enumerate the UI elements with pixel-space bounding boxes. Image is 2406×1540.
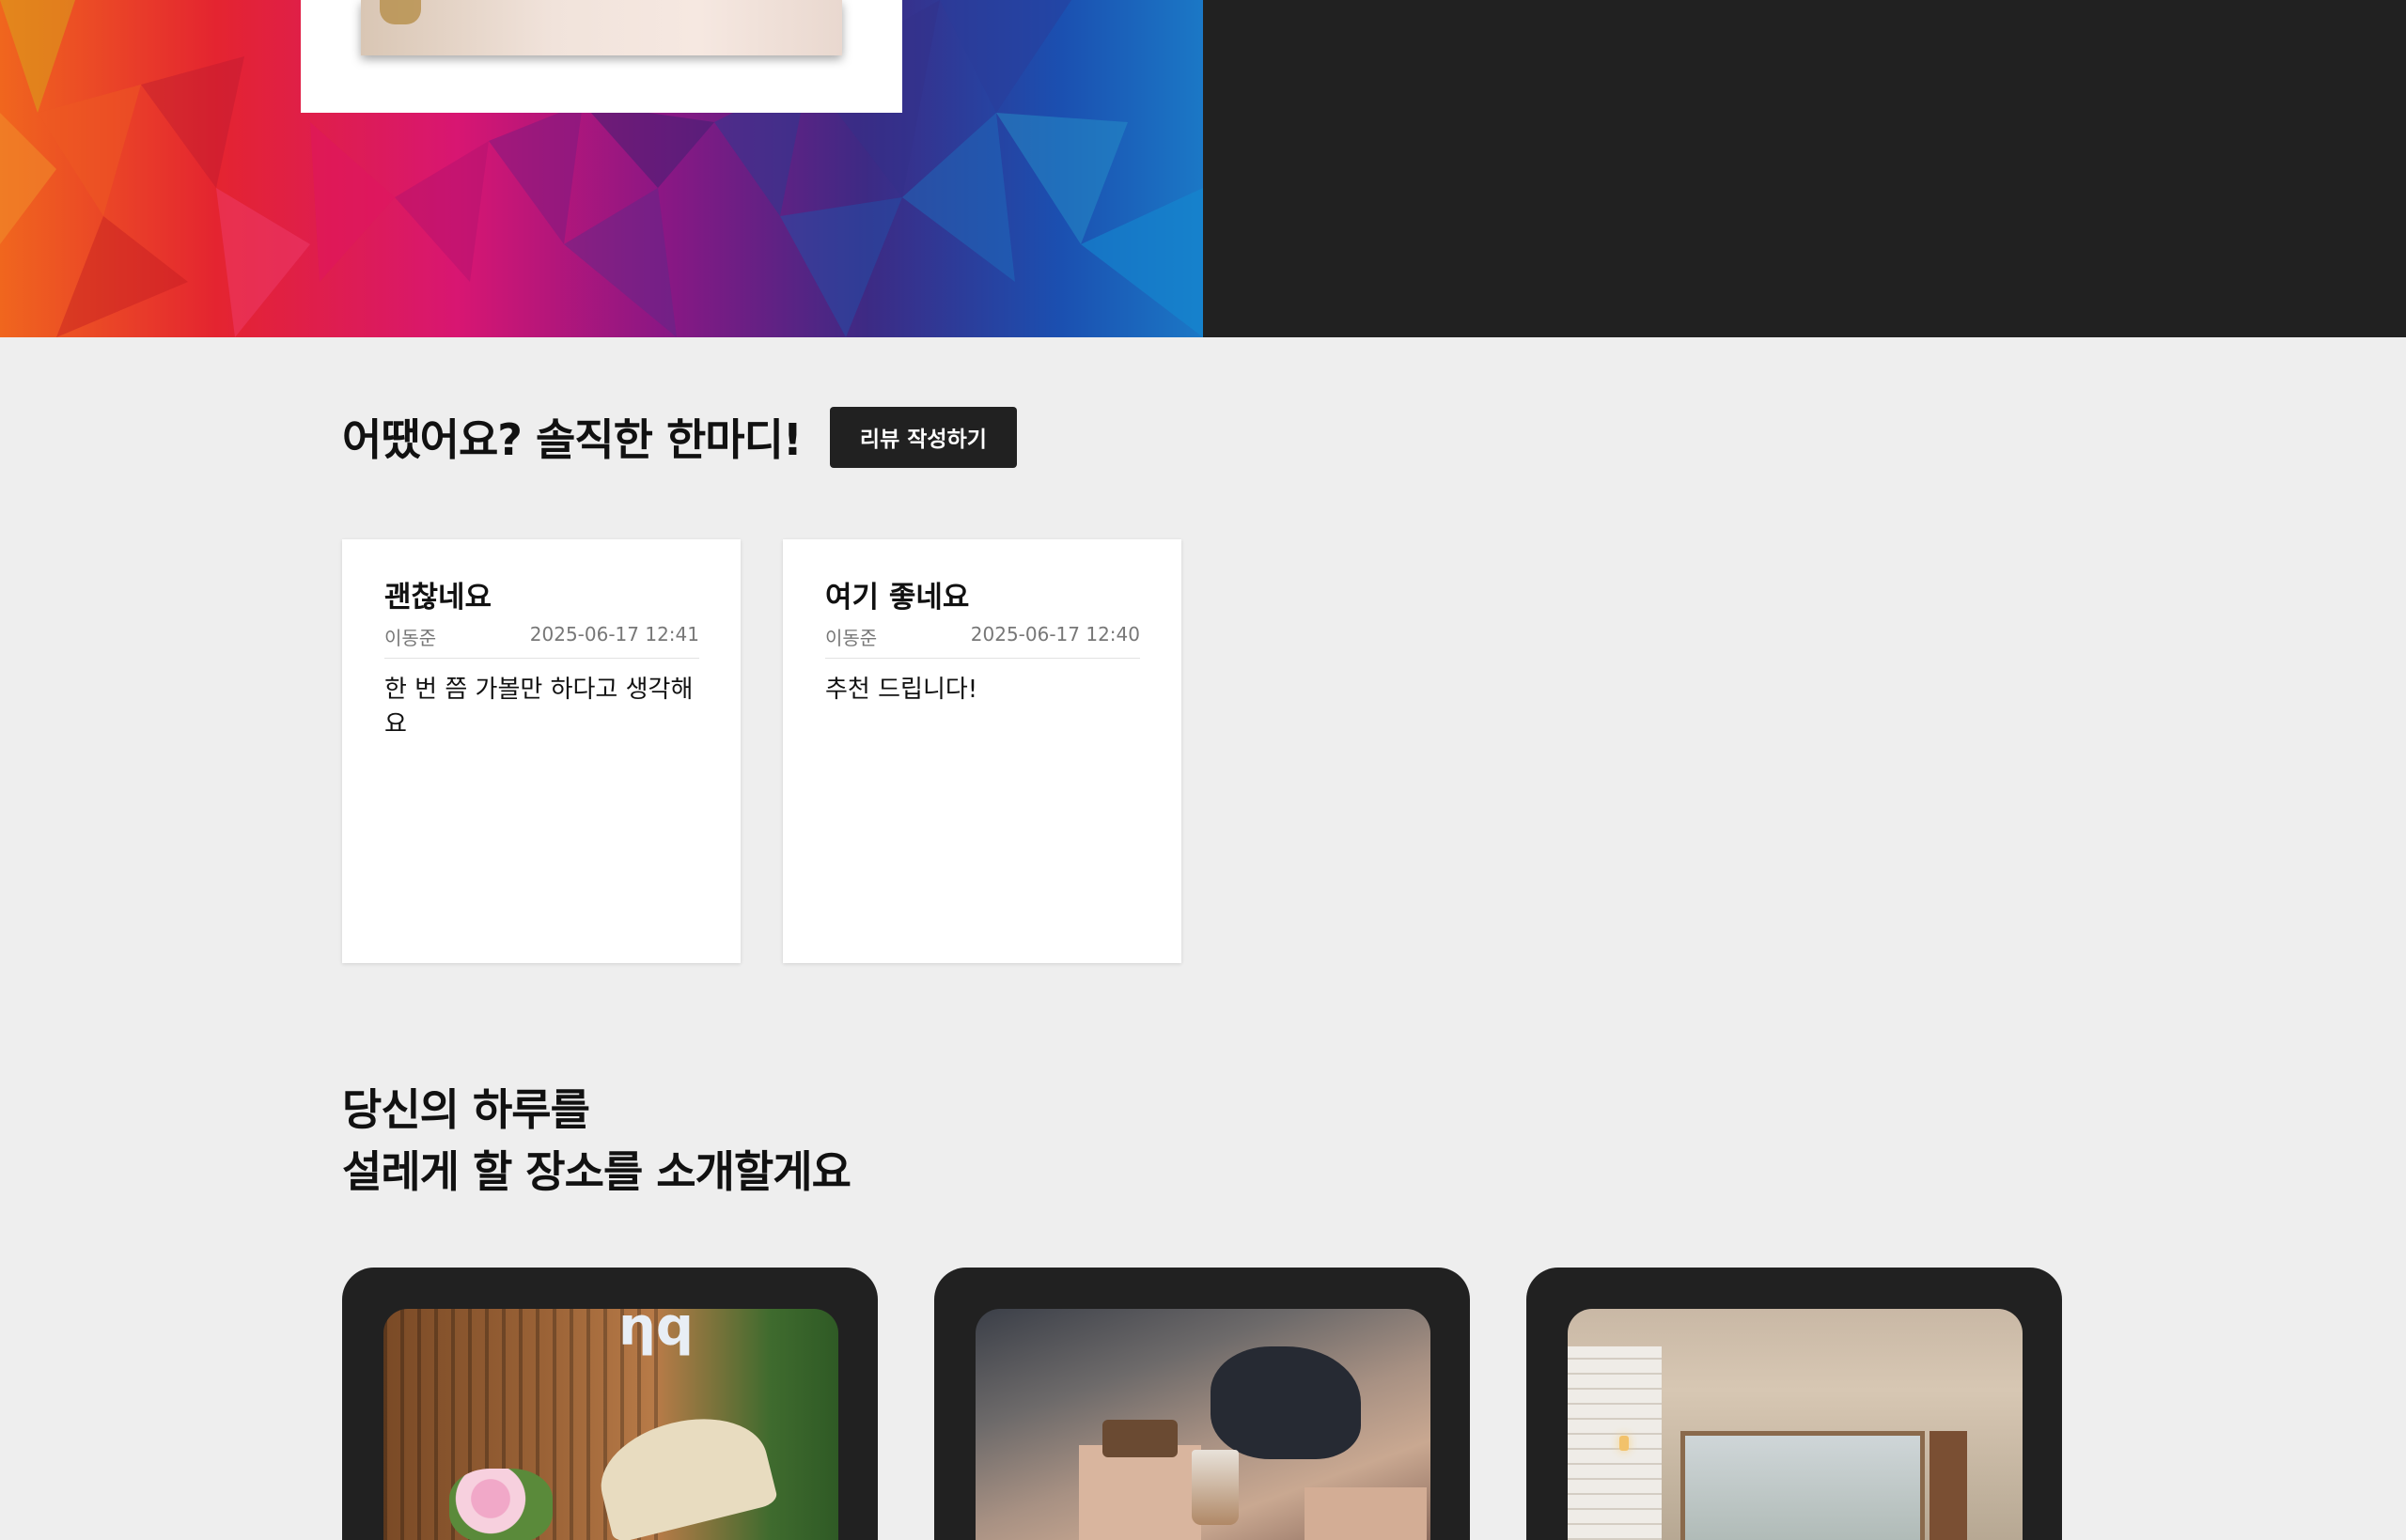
featured-photo: [361, 0, 842, 55]
cloth-shape: [1211, 1346, 1361, 1459]
places-section-title: 당신의 하루를 설레게 할 장소를 소개할게요: [342, 1079, 851, 1203]
door-shape: [1929, 1431, 1967, 1540]
place-card[interactable]: ηq: [342, 1268, 878, 1540]
review-body: 추천 드립니다!: [825, 676, 978, 705]
sign-shape: ηq: [618, 1309, 694, 1358]
review-title: 괜찮네요: [384, 581, 492, 614]
review-header: 어땠어요? 솔직한 한마디! 리뷰 작성하기: [342, 406, 1017, 468]
review-card[interactable]: 괜찮네요 이동준 2025-06-17 12:41 한 번 쯤 가볼만 하다고 …: [342, 539, 741, 963]
radio-shape: [1102, 1420, 1178, 1457]
hero-banner: [0, 0, 2406, 337]
review-card[interactable]: 여기 좋네요 이동준 2025-06-17 12:40 추천 드립니다!: [783, 539, 1181, 963]
place-photo-interior: [1568, 1309, 2023, 1540]
place-photo-market: [976, 1309, 1430, 1540]
review-title: 여기 좋네요: [825, 581, 970, 614]
review-section-title: 어땠어요? 솔직한 한마디!: [342, 414, 803, 465]
basket-shape: [380, 0, 421, 24]
place-list: ηq: [342, 1268, 2062, 1540]
review-author: 이동준: [384, 627, 437, 650]
review-body: 한 번 쯤 가볼만 하다고 생각해요: [384, 676, 694, 739]
lamp-shape: [1619, 1436, 1629, 1451]
box-shape: [1079, 1445, 1201, 1540]
place-photo-garden-cafe: ηq: [383, 1309, 838, 1540]
places-title-line2: 설레게 할 장소를 소개할게요: [342, 1146, 851, 1197]
review-date: 2025-06-17 12:41: [529, 623, 699, 646]
review-meta: 이동준 2025-06-17 12:40: [825, 623, 1140, 660]
brick-wall-shape: [1568, 1346, 1662, 1540]
place-card[interactable]: [934, 1268, 1470, 1540]
box-shape: [1305, 1487, 1427, 1540]
featured-photo-frame: [301, 0, 902, 113]
review-list: 괜찮네요 이동준 2025-06-17 12:41 한 번 쯤 가볼만 하다고 …: [342, 539, 1181, 963]
review-meta: 이동준 2025-06-17 12:41: [384, 623, 699, 660]
write-review-button[interactable]: 리뷰 작성하기: [829, 406, 1017, 468]
review-date: 2025-06-17 12:40: [970, 623, 1140, 646]
places-title-line1: 당신의 하루를: [342, 1084, 590, 1135]
flowers-shape: [449, 1469, 553, 1540]
cup-shape: [1192, 1450, 1239, 1525]
review-author: 이동준: [825, 627, 878, 650]
place-card[interactable]: [1526, 1268, 2062, 1540]
window-shape: [1680, 1431, 1925, 1540]
